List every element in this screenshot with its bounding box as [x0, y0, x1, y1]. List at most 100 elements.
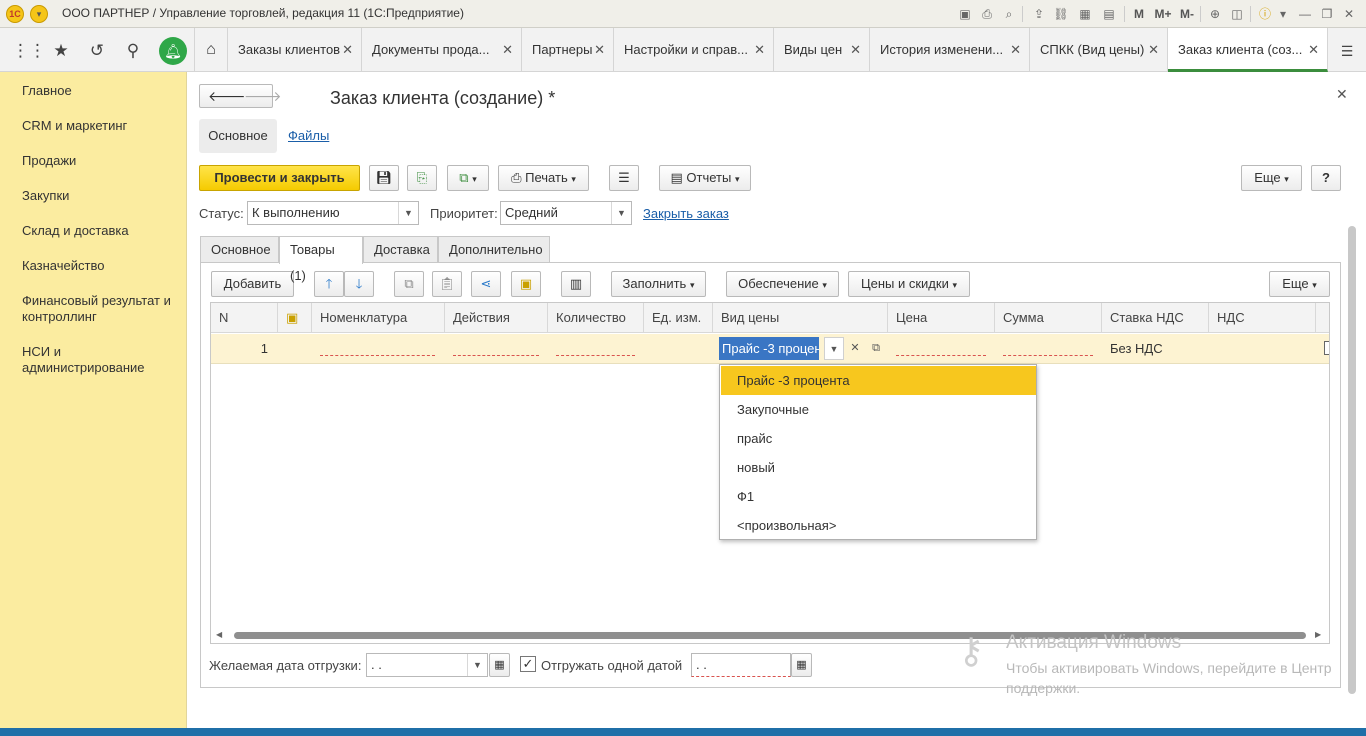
dropdown-option[interactable]: прайс: [721, 424, 1036, 453]
row-checkbox[interactable]: [1324, 341, 1329, 355]
scroll-right-icon[interactable]: ▶: [1315, 630, 1321, 639]
zoom-icon[interactable]: ⊕: [1206, 5, 1224, 23]
tab-delivery[interactable]: Доставка: [363, 236, 438, 263]
scroll-left-icon[interactable]: ◀: [216, 630, 222, 639]
reports-button[interactable]: ▤ Отчеты ▾: [659, 165, 751, 191]
back-arrow-icon[interactable]: 🡐: [208, 85, 246, 107]
status-field[interactable]: К выполнению ▼: [247, 201, 419, 225]
notification-bell-icon[interactable]: 🔔︎: [159, 37, 187, 65]
priority-field[interactable]: Средний ▼: [500, 201, 632, 225]
tab-settings[interactable]: Настройки и справ... ✕: [614, 28, 774, 72]
main-menu-icon[interactable]: ▾: [30, 5, 48, 23]
vertical-scrollbar[interactable]: [1348, 226, 1356, 694]
sidebar-item-treasury[interactable]: Казначейство: [22, 258, 182, 274]
column-header-unit[interactable]: Ед. изм.: [644, 303, 713, 333]
sidebar-item-crm[interactable]: CRM и маркетинг: [22, 118, 182, 134]
chevron-down-icon[interactable]: ▼: [824, 337, 844, 360]
add-row-button[interactable]: Добавить: [211, 271, 294, 297]
column-header-nomenclature[interactable]: Номенклатура: [312, 303, 445, 333]
preview-icon[interactable]: ⌕: [1000, 5, 1018, 23]
restore-icon[interactable]: ❐: [1318, 5, 1336, 23]
forward-arrow-icon[interactable]: 🡒: [244, 85, 282, 107]
form-nav-files[interactable]: Файлы: [288, 128, 329, 143]
sum-cell[interactable]: [1003, 355, 1093, 356]
memory-button[interactable]: M: [1130, 5, 1148, 23]
goods-more-button[interactable]: Еще ▾: [1269, 271, 1330, 297]
dropdown-option[interactable]: <произвольная>: [721, 511, 1036, 540]
column-header-vat-rate[interactable]: Ставка НДС: [1102, 303, 1209, 333]
move-down-button[interactable]: 🡓: [344, 271, 374, 297]
close-icon[interactable]: ✕: [850, 28, 861, 72]
close-icon[interactable]: ✕: [594, 28, 605, 72]
chevron-down-icon[interactable]: ▼: [611, 202, 631, 224]
tab-goods[interactable]: Товары (1): [279, 236, 363, 283]
close-form-icon[interactable]: ✕: [1336, 86, 1348, 103]
post-button[interactable]: ⎘: [407, 165, 437, 191]
close-window-icon[interactable]: ✕: [1340, 5, 1358, 23]
dropdown-option[interactable]: Прайс -3 процента: [721, 366, 1036, 395]
close-icon[interactable]: ✕: [754, 28, 765, 72]
app-logo-icon[interactable]: 1С: [6, 5, 24, 23]
prices-discounts-button[interactable]: Цены и скидки ▾: [848, 271, 970, 297]
calendar-button[interactable]: ▦: [791, 653, 812, 677]
column-header-price[interactable]: Цена: [888, 303, 995, 333]
tab-change-history[interactable]: История изменени... ✕: [870, 28, 1030, 72]
tab-additional[interactable]: Дополнительно: [438, 236, 550, 263]
column-header-price-type[interactable]: Вид цены: [713, 303, 888, 333]
tab-customer-order-new[interactable]: Заказ клиента (соз... ✕: [1168, 28, 1328, 72]
tab-main[interactable]: Основное: [200, 236, 279, 263]
sidebar-item-main[interactable]: Главное: [22, 83, 182, 99]
structure-button[interactable]: ☰: [609, 165, 639, 191]
memory-minus-button[interactable]: M-: [1176, 5, 1198, 23]
upload-icon[interactable]: ⇪: [1030, 5, 1048, 23]
create-based-on-button[interactable]: ⧉ ▾: [447, 165, 489, 191]
column-header-vat[interactable]: НДС: [1209, 303, 1316, 333]
ship-date-field[interactable]: . . ▼: [366, 653, 488, 677]
save-button[interactable]: 💾︎: [369, 165, 399, 191]
history-icon[interactable]: ↺: [84, 38, 110, 64]
tab-sales-documents[interactable]: Документы прода... ✕: [362, 28, 522, 72]
fill-button[interactable]: Заполнить ▾: [611, 271, 706, 297]
ship-one-date-checkbox[interactable]: ✓: [520, 656, 536, 672]
dropdown-option[interactable]: новый: [721, 453, 1036, 482]
tabs-menu-icon[interactable]: ☰: [1334, 38, 1360, 64]
close-icon[interactable]: ✕: [342, 28, 353, 72]
close-order-link[interactable]: Закрыть заказ: [643, 206, 729, 221]
close-icon[interactable]: ✕: [1148, 28, 1159, 72]
help-button[interactable]: ?: [1311, 165, 1341, 191]
dropdown-option[interactable]: Закупочные: [721, 395, 1036, 424]
nomenclature-cell[interactable]: [320, 355, 435, 356]
post-and-close-button[interactable]: Провести и закрыть: [199, 165, 360, 191]
home-icon[interactable]: ⌂: [194, 28, 228, 72]
minimize-icon[interactable]: —: [1296, 5, 1314, 23]
tab-price-types[interactable]: Виды цен ✕: [774, 28, 870, 72]
barcode-button[interactable]: ▥: [561, 271, 591, 297]
table-row[interactable]: 1 Прайс -3 процен ▼ ✕ ⧉ Без НДС: [211, 334, 1329, 364]
sidebar-item-purchases[interactable]: Закупки: [22, 188, 182, 204]
actions-cell[interactable]: [453, 355, 539, 356]
apps-grid-icon[interactable]: ⋮⋮: [12, 38, 46, 64]
pick-button[interactable]: ▣: [511, 271, 541, 297]
chevron-down-icon[interactable]: ▼: [398, 202, 418, 224]
column-header-n[interactable]: N: [211, 303, 278, 333]
close-icon[interactable]: ✕: [502, 28, 513, 72]
close-icon[interactable]: ✕: [1308, 28, 1319, 69]
split-button[interactable]: ⋖: [471, 271, 501, 297]
price-cell[interactable]: [896, 355, 986, 356]
column-header-actions[interactable]: Действия: [445, 303, 548, 333]
column-header-more[interactable]: [1316, 303, 1329, 333]
print-button[interactable]: ⎙ Печать ▾: [498, 165, 589, 191]
ship-one-date-field[interactable]: . .: [691, 653, 791, 677]
provision-button[interactable]: Обеспечение ▾: [726, 271, 839, 297]
calendar-button[interactable]: ▦: [489, 653, 510, 677]
close-icon[interactable]: ✕: [1010, 28, 1021, 72]
column-header-icon[interactable]: ▣: [278, 303, 312, 333]
chevron-down-icon[interactable]: ▾: [1274, 5, 1292, 23]
form-nav-main[interactable]: Основное: [199, 119, 277, 153]
calendar-icon[interactable]: ▤: [1100, 5, 1118, 23]
chevron-down-icon[interactable]: ▼: [467, 654, 487, 676]
sidebar-item-nsi[interactable]: НСИ и администрирование: [22, 344, 182, 376]
sidebar-item-sales[interactable]: Продажи: [22, 153, 182, 169]
memory-plus-button[interactable]: M+: [1152, 5, 1174, 23]
print-icon[interactable]: ⎙: [978, 5, 996, 23]
